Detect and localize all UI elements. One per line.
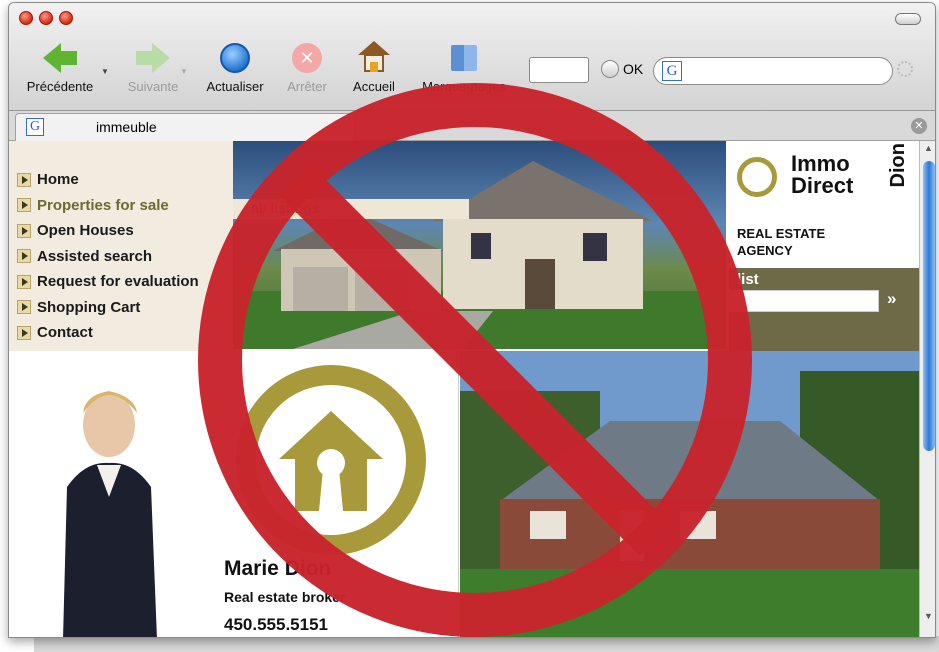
- agent-card: Marie Dion Real estate broker 450.555.51…: [9, 351, 459, 637]
- nav-item-label: Request for evaluation: [37, 273, 199, 291]
- window-shadow: [34, 636, 939, 652]
- brand-tagline: REAL ESTATE AGENCY: [737, 225, 825, 259]
- brand-line2: Direct: [791, 173, 854, 198]
- nav-arrow-icon: [17, 172, 31, 187]
- agent-phone: 450.555.5151: [224, 615, 328, 634]
- nav-item-properties-for-sale[interactable]: Properties for sale: [9, 193, 234, 219]
- nav-item-label: Contact: [37, 324, 93, 342]
- minimize-window-button[interactable]: [39, 11, 53, 25]
- site-nav: Home Properties for sale Open Houses Ass…: [9, 141, 234, 351]
- search-engine-icon[interactable]: G: [662, 61, 682, 81]
- go-button[interactable]: OK: [601, 60, 643, 78]
- agent-name: Marie Dion: [224, 557, 332, 580]
- home-icon: [357, 41, 391, 75]
- listing-search-panel: list »: [729, 268, 919, 351]
- nav-arrow-icon: [17, 274, 31, 289]
- featured-house-photo: [233, 141, 726, 349]
- nav-item-contact[interactable]: Contact: [9, 320, 234, 346]
- scroll-down-icon[interactable]: ▼: [924, 611, 933, 621]
- all-listings-link[interactable]: all listings: [233, 199, 469, 219]
- listing-search-go-button[interactable]: »: [887, 289, 896, 309]
- nav-item-label: Open Houses: [37, 222, 134, 240]
- nav-item-label: Shopping Cart: [37, 298, 141, 316]
- scrollbar-thumb[interactable]: [923, 161, 935, 451]
- nav-item-request-for-evaluation[interactable]: Request for evaluation: [9, 269, 234, 295]
- brand-panel: Immo Direct Dion REAL ESTATE AGENCY: [729, 141, 919, 266]
- brand-tagline-line2: AGENCY: [737, 243, 793, 258]
- brand-vertical-text: Dion: [887, 143, 909, 188]
- close-window-button[interactable]: [19, 11, 33, 25]
- nav-item-label: Home: [37, 171, 79, 189]
- tab-title: immeuble: [96, 119, 157, 135]
- toolbar-toggle-button[interactable]: [895, 13, 921, 25]
- home-button[interactable]: Accueil: [339, 41, 409, 94]
- listing-search-input[interactable]: [729, 290, 879, 312]
- agent-title: Real estate broker: [224, 589, 346, 605]
- zoom-window-button[interactable]: [59, 11, 73, 25]
- nav-item-assisted-search[interactable]: Assisted search: [9, 244, 234, 270]
- nav-arrow-icon: [17, 325, 31, 340]
- search-input[interactable]: G: [653, 57, 893, 85]
- browser-window: Précédente ▼ Suivante ▼ Actualiser ✕ Arr…: [8, 2, 936, 638]
- stop-label: Arrêter: [287, 79, 327, 94]
- house-keyhole-icon: [279, 411, 383, 511]
- tab-bar: G immeuble ✕: [9, 111, 935, 141]
- go-icon: [601, 60, 619, 78]
- browser-toolbar: Précédente ▼ Suivante ▼ Actualiser ✕ Arr…: [9, 3, 935, 111]
- agent-photo: [63, 391, 157, 637]
- brand-logo-icon: [737, 157, 777, 197]
- stop-button[interactable]: ✕ Arrêter: [275, 41, 339, 94]
- back-label: Précédente: [26, 79, 94, 94]
- bookmarks-label: Marque-pages: [422, 79, 506, 94]
- nav-arrow-icon: [17, 300, 31, 315]
- scroll-up-icon[interactable]: ▲: [924, 143, 933, 153]
- loading-spinner-icon: [897, 61, 913, 77]
- nav-arrow-icon: [17, 198, 31, 213]
- web-page: Home Properties for sale Open Houses Ass…: [9, 141, 919, 637]
- bookmarks-icon: [447, 41, 481, 75]
- listing-search-label: list: [737, 271, 759, 288]
- back-arrow-icon: [43, 41, 77, 75]
- nav-item-label: Properties for sale: [37, 196, 169, 214]
- nav-item-open-houses[interactable]: Open Houses: [9, 218, 234, 244]
- brand-name: Immo Direct: [791, 153, 853, 197]
- secondary-house-photo: [460, 351, 919, 637]
- window-controls: [19, 11, 73, 25]
- nav-item-label: Assisted search: [37, 247, 153, 265]
- vertical-scrollbar[interactable]: ▲ ▼: [919, 141, 935, 637]
- close-tab-icon[interactable]: ✕: [911, 118, 927, 134]
- refresh-icon: [218, 41, 252, 75]
- nav-arrow-icon: [17, 223, 31, 238]
- back-button[interactable]: Précédente: [15, 41, 105, 94]
- nav-item-shopping-cart[interactable]: Shopping Cart: [9, 295, 234, 321]
- tab-immeuble[interactable]: G immeuble: [15, 113, 355, 141]
- nav-arrow-icon: [17, 249, 31, 264]
- go-label: OK: [623, 61, 644, 77]
- tab-favicon-icon: G: [26, 118, 44, 136]
- bookmarks-button[interactable]: Marque-pages: [409, 41, 519, 94]
- refresh-button[interactable]: Actualiser: [195, 41, 275, 94]
- refresh-label: Actualiser: [206, 79, 264, 94]
- back-history-caret-icon[interactable]: ▼: [101, 67, 109, 76]
- home-label: Accueil: [353, 79, 395, 94]
- brand-tagline-line1: REAL ESTATE: [737, 226, 826, 241]
- stop-icon: ✕: [290, 41, 324, 75]
- nav-item-home[interactable]: Home: [9, 167, 234, 193]
- forward-arrow-icon: [136, 41, 170, 75]
- forward-label: Suivante: [127, 79, 179, 94]
- address-field[interactable]: [529, 57, 589, 83]
- brand-line1: Immo: [791, 151, 850, 176]
- forward-history-caret-icon[interactable]: ▼: [180, 67, 188, 76]
